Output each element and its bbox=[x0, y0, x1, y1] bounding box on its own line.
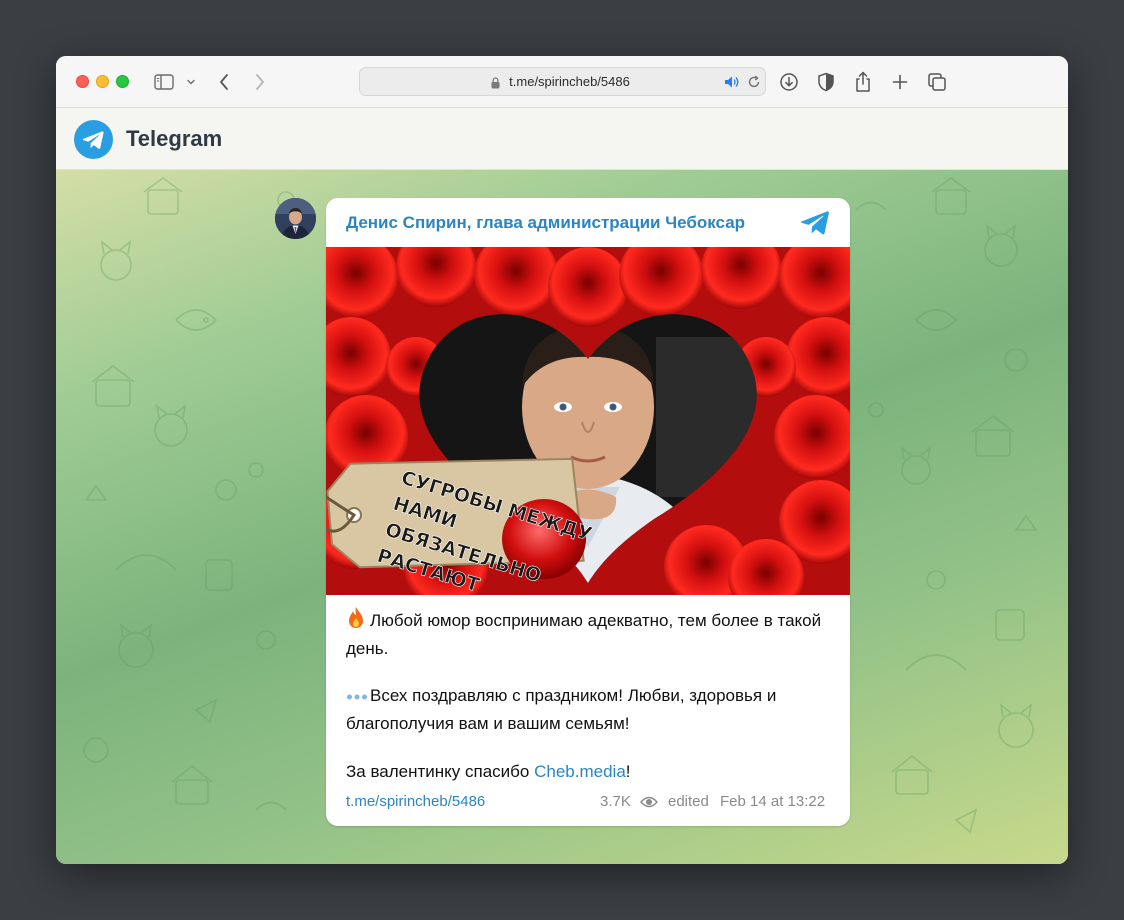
download-icon[interactable] bbox=[778, 70, 800, 94]
post-header: Денис Спирин, глава администрации Чебокс… bbox=[326, 198, 850, 247]
browser-window: t.me/spirincheb/5486 Telegram Денис Спир… bbox=[56, 56, 1068, 864]
shield-icon[interactable] bbox=[815, 70, 837, 94]
telegram-header: Telegram bbox=[56, 108, 1068, 170]
edited-label: edited bbox=[668, 793, 709, 810]
post-paragraph-3: За валентинку спасибо Cheb.media! bbox=[346, 758, 836, 786]
speaker-icon[interactable] bbox=[724, 75, 740, 94]
post-permalink[interactable]: t.me/spirincheb/5486 bbox=[346, 793, 485, 810]
view-count: 3.7K bbox=[600, 793, 631, 810]
fire-icon bbox=[346, 606, 366, 628]
post-date: Feb 14 at 13:22 bbox=[720, 793, 826, 810]
paragraph-3-suffix: ! bbox=[625, 762, 631, 781]
telegram-logo-icon[interactable] bbox=[74, 120, 113, 159]
paragraph-3-prefix: За валентинку спасибо bbox=[346, 762, 535, 781]
eye-icon bbox=[640, 795, 658, 813]
post-photo[interactable]: СУГРОБЫ МЕЖДУ НАМИ ОБЯЗАТЕЛЬНО РАСТАЮТ bbox=[326, 247, 850, 595]
tabs-icon[interactable] bbox=[926, 70, 948, 94]
browser-toolbar: t.me/spirincheb/5486 bbox=[56, 56, 1068, 108]
post-footer: t.me/spirincheb/5486 3.7K edited Feb 14 … bbox=[326, 790, 850, 814]
back-icon[interactable] bbox=[214, 70, 234, 94]
telegram-plane-icon[interactable] bbox=[800, 210, 830, 241]
dots-icon bbox=[346, 682, 368, 700]
close-window-button[interactable] bbox=[76, 75, 89, 88]
zoom-window-button[interactable] bbox=[116, 75, 129, 88]
telegram-title[interactable]: Telegram bbox=[126, 126, 222, 152]
url-text: t.me/spirincheb/5486 bbox=[509, 74, 630, 89]
chevron-down-icon[interactable] bbox=[184, 70, 198, 94]
forward-icon[interactable] bbox=[250, 70, 270, 94]
cheb-media-link[interactable]: Cheb.media bbox=[534, 762, 626, 781]
paragraph-1-text: Любой юмор воспринимаю адекватно, тем бо… bbox=[346, 611, 822, 658]
channel-avatar[interactable] bbox=[275, 198, 316, 239]
sidebar-icon[interactable] bbox=[152, 70, 176, 94]
post-paragraph-2: Всех поздравляю с праздником! Любви, здо… bbox=[346, 682, 836, 738]
paragraph-2-text: Всех поздравляю с праздником! Любви, здо… bbox=[346, 686, 777, 733]
reload-icon[interactable] bbox=[747, 75, 761, 94]
post-paragraph-1: Любой юмор воспринимаю адекватно, тем бо… bbox=[346, 606, 836, 663]
chat-area: Денис Спирин, глава администрации Чебокс… bbox=[56, 170, 1068, 864]
address-bar[interactable]: t.me/spirincheb/5486 bbox=[359, 67, 766, 96]
share-icon[interactable] bbox=[852, 70, 874, 94]
channel-name-link[interactable]: Денис Спирин, глава администрации Чебокс… bbox=[346, 213, 745, 233]
minimize-window-button[interactable] bbox=[96, 75, 109, 88]
plus-icon[interactable] bbox=[889, 70, 911, 94]
channel-post: Денис Спирин, глава администрации Чебокс… bbox=[326, 198, 850, 826]
